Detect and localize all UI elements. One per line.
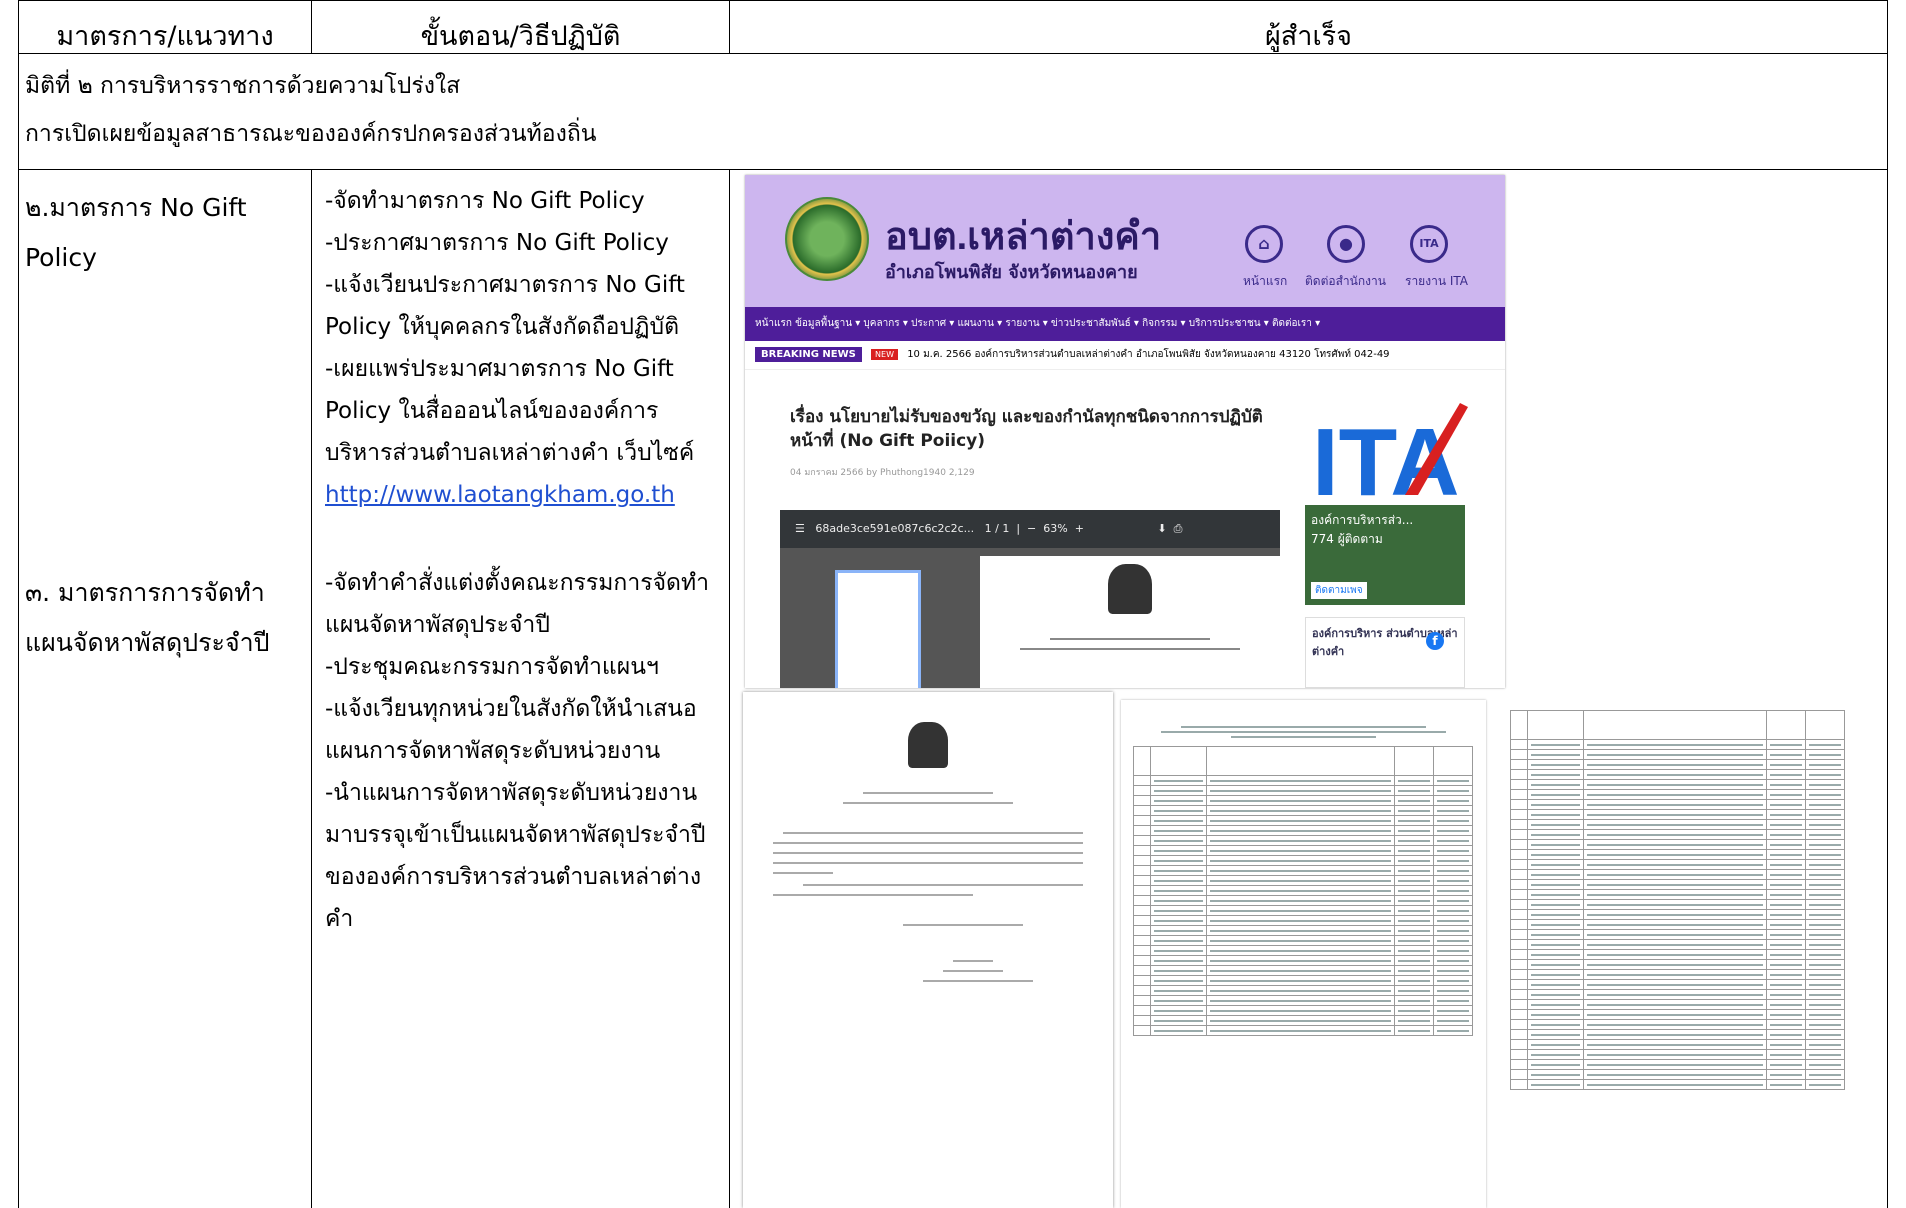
procurement-plan-page-2 bbox=[1490, 700, 1852, 1208]
pdf-zoom: 63% bbox=[1043, 522, 1068, 535]
announcement-document bbox=[743, 692, 1113, 1208]
step-line: -จัดทำมาตรการ No Gift Policy bbox=[325, 188, 645, 214]
site-subtitle: อำเภอโพนพิสัย จังหวัดหนองคาย bbox=[885, 262, 1138, 283]
measure-2-name-line2: Policy bbox=[25, 243, 97, 272]
measure-3-name-line1: ๓. มาตรการการจัดทำ bbox=[25, 578, 265, 607]
header-outcome: ผู้สำเร็จ bbox=[1264, 21, 1352, 52]
garuda-emblem-icon bbox=[908, 722, 948, 768]
measure-3-name: ๓. มาตรการการจัดทำ แผนจัดหาพัสดุประจำปี bbox=[25, 568, 270, 668]
pdf-toolbar: ☰ 68ade3ce591e087c6c2c2c... 1 / 1 | − 63… bbox=[780, 510, 1280, 548]
step-line: ขององค์การบริหารส่วนตำบลเหล่าต่าง bbox=[325, 864, 702, 890]
step-line: Policy ในสื่อออนไลน์ขององค์การ bbox=[325, 398, 659, 424]
site-banner: อบต.เหล่าต่างคำ อำเภอโพนพิสัย จังหวัดหนอ… bbox=[745, 175, 1505, 307]
download-icon[interactable]: ⬇ bbox=[1157, 522, 1166, 535]
step-line: แผนจัดหาพัสดุประจำปี bbox=[325, 612, 550, 638]
table-top-border bbox=[18, 0, 1888, 1]
section-dimension: มิติที่ ๒ การบริหารราชการด้วยความโปร่งใส bbox=[25, 73, 461, 99]
garuda-emblem-icon bbox=[1108, 564, 1152, 614]
home-label[interactable]: หน้าแรก bbox=[1243, 272, 1287, 291]
plan-title bbox=[1121, 700, 1486, 746]
column-divider-2 bbox=[729, 169, 730, 1208]
pdf-filename: 68ade3ce591e087c6c2c2c... bbox=[815, 522, 975, 535]
step-line: -นำแผนการจัดหาพัสดุระดับหน่วยงาน bbox=[325, 780, 698, 806]
measure-2-name: ๒.มาตรการ No Gift Policy bbox=[25, 183, 247, 283]
plan-table bbox=[1510, 710, 1845, 1090]
fb-likes: 774 ผู้ติดตาม bbox=[1311, 532, 1383, 546]
location-icon[interactable]: ● bbox=[1327, 225, 1365, 263]
measure-3-name-line2: แผนจัดหาพัสดุประจำปี bbox=[25, 628, 270, 657]
fb-page-name: องค์การบริหารส่ว... bbox=[1311, 513, 1414, 527]
pdf-page: 1 / 1 bbox=[984, 522, 1010, 535]
ita-icon[interactable]: ITA bbox=[1410, 225, 1448, 263]
step-line: -เผยแพร่ประมาศมาตรการ No Gift bbox=[325, 356, 674, 382]
step-line: บริหารส่วนตำบลเหล่าต่างคำ เว็บไซค์ bbox=[325, 440, 695, 466]
site-logo bbox=[785, 197, 869, 281]
ticker-text: 10 ม.ค. 2566 องค์การบริหารส่วนตำบลเหล่าต… bbox=[907, 349, 1390, 360]
header-measure: มาตรการ/แนวทาง bbox=[56, 21, 274, 52]
step-line: -แจ้งเวียนประกาศมาตรการ No Gift bbox=[325, 272, 685, 298]
column-divider-1 bbox=[311, 169, 312, 1208]
website-link[interactable]: http://www.laotangkham.go.th bbox=[325, 482, 675, 508]
header-divider-2 bbox=[729, 0, 730, 53]
facebook-post: องค์การบริหาร ส่วนตำบลเหล่า ต่างคำ f bbox=[1305, 617, 1465, 688]
website-screenshot: อบต.เหล่าต่างคำ อำเภอโพนพิสัย จังหวัดหนอ… bbox=[745, 175, 1505, 688]
fb-follow-button[interactable]: ติดตามเพจ bbox=[1311, 582, 1367, 599]
step-line: มาบรรจุเข้าเป็นแผนจัดหาพัสดุประจำปี bbox=[325, 822, 706, 848]
zoom-out-icon[interactable]: − bbox=[1027, 522, 1036, 535]
article-title[interactable]: เรื่อง นโยบายไม่รับของขวัญ และของกำนัลทุ… bbox=[790, 405, 1290, 453]
pdf-page-preview bbox=[980, 556, 1280, 688]
ita-logo: ITA bbox=[1312, 403, 1468, 500]
pdf-thumbnail[interactable] bbox=[835, 570, 921, 688]
step-line: -ประกาศมาตรการ No Gift Policy bbox=[325, 230, 669, 256]
plan-table bbox=[1133, 746, 1473, 1036]
step-line: -ประชุมคณะกรรมการจัดทำแผนฯ bbox=[325, 654, 659, 680]
measure-2-name-line1: ๒.มาตรการ No Gift bbox=[25, 193, 247, 222]
header-steps: ขั้นตอน/วิธีปฏิบัติ bbox=[420, 21, 621, 52]
step-line: -จัดทำคำสั่งแต่งตั้งคณะกรรมการจัดทำ bbox=[325, 570, 710, 596]
section-subtitle: การเปิดเผยข้อมูลสาธารณะขององค์กรปกครองส่… bbox=[25, 121, 597, 147]
step-line: แผนการจัดหาพัสดุระดับหน่วยงาน bbox=[325, 738, 661, 764]
measure-2-steps: -จัดทำมาตรการ No Gift Policy -ประกาศมาตร… bbox=[325, 180, 694, 516]
contact-label[interactable]: ติดต่อสำนักงาน bbox=[1305, 272, 1386, 291]
facebook-icon: f bbox=[1426, 632, 1444, 650]
new-badge: NEW bbox=[871, 349, 898, 360]
step-line: คำ bbox=[325, 906, 354, 932]
section-bottom-border bbox=[18, 169, 1888, 170]
home-icon[interactable]: ⌂ bbox=[1245, 225, 1283, 263]
site-menu[interactable]: หน้าแรก ข้อมูลพื้นฐาน ▾ บุคลากร ▾ ประกาศ… bbox=[745, 307, 1505, 341]
article-meta: 04 มกราคม 2566 by Phuthong1940 2,129 bbox=[790, 468, 975, 478]
zoom-in-icon[interactable]: + bbox=[1075, 522, 1084, 535]
print-icon[interactable]: ⎙ bbox=[1174, 522, 1183, 535]
ita-label[interactable]: รายงาน ITA bbox=[1405, 272, 1468, 291]
breaking-news-label: BREAKING NEWS bbox=[755, 347, 862, 362]
pdf-viewer: ☰ 68ade3ce591e087c6c2c2c... 1 / 1 | − 63… bbox=[780, 510, 1280, 688]
step-line: Policy ให้บุคคลกรในสังกัดถือปฏิบัติ bbox=[325, 314, 680, 340]
measure-3-steps: -จัดทำคำสั่งแต่งตั้งคณะกรรมการจัดทำ แผนจ… bbox=[325, 562, 709, 940]
header-divider-1 bbox=[311, 0, 312, 53]
menu-icon[interactable]: ☰ bbox=[795, 522, 805, 535]
procurement-plan-page-1 bbox=[1121, 700, 1486, 1208]
facebook-widget[interactable]: องค์การบริหารส่ว... 774 ผู้ติดตาม ติดตาม… bbox=[1305, 505, 1465, 605]
news-ticker: BREAKING NEWS NEW 10 ม.ค. 2566 องค์การบร… bbox=[745, 341, 1505, 370]
step-line: -แจ้งเวียนทุกหน่วยในสังกัดให้นำเสนอ bbox=[325, 696, 697, 722]
